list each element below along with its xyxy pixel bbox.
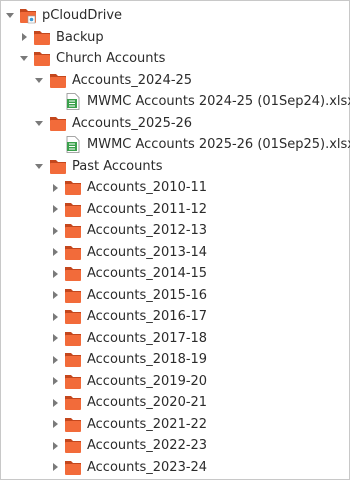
tree-row-past-folder[interactable]: Accounts_2011-12 (1, 199, 349, 221)
tree-row-accounts-2024-25[interactable]: Accounts_2024-25 (1, 70, 349, 92)
folder-icon (65, 439, 81, 453)
tree-row-past-folder[interactable]: Accounts_2017-18 (1, 328, 349, 350)
folder-icon (65, 202, 81, 217)
expand-arrow-icon[interactable] (49, 414, 61, 436)
tree-label: Accounts_2019-20 (87, 373, 208, 389)
cloud-drive-folder-icon (20, 9, 36, 24)
tree-row-pclouddrive[interactable]: pCloudDrive (1, 5, 349, 27)
tree-label: Accounts_2015-16 (87, 287, 208, 303)
folder-icon (50, 73, 66, 88)
folder-icon (65, 417, 81, 432)
collapse-arrow-icon[interactable] (33, 156, 45, 178)
expand-arrow-icon[interactable] (49, 349, 61, 371)
tree-label: Past Accounts (72, 158, 163, 174)
tree-row-past-folder[interactable]: Accounts_2023-24 (1, 457, 349, 479)
folder-icon (65, 181, 81, 195)
folder-icon (34, 30, 50, 45)
tree-row-church-accounts[interactable]: Church Accounts (1, 48, 349, 70)
folder-icon (65, 245, 81, 260)
tree-label: Accounts_2023-24 (87, 459, 208, 475)
folder-icon (34, 52, 50, 66)
folder-icon (65, 267, 81, 281)
expand-arrow-icon[interactable] (18, 27, 30, 49)
expand-arrow-icon[interactable] (49, 328, 61, 350)
tree-row-file-2024-25[interactable]: MWMC Accounts 2024-25 (01Sep24).xlsx (1, 91, 350, 113)
expand-arrow-icon[interactable] (49, 199, 61, 221)
tree-row-past-folder[interactable]: Accounts_2012-13 (1, 220, 349, 242)
expand-arrow-icon[interactable] (49, 220, 61, 242)
tree-label: pCloudDrive (42, 8, 123, 23)
folder-icon (65, 353, 81, 367)
expand-arrow-icon[interactable] (49, 306, 61, 328)
tree-row-accounts-2025-26[interactable]: Accounts_2025-26 (1, 113, 349, 135)
expand-arrow-icon[interactable] (49, 392, 61, 414)
folder-icon (50, 116, 66, 131)
collapse-arrow-icon[interactable] (33, 70, 45, 92)
tree-row-past-folder[interactable]: Accounts_2021-22 (1, 414, 349, 436)
tree-label: Accounts_2020-21 (87, 395, 208, 410)
tree-label: MWMC Accounts 2024-25 (01Sep24).xlsx (87, 94, 350, 109)
folder-icon (65, 288, 81, 303)
file-tree-panel: pCloudDrive Backup Church Accounts Accou… (0, 0, 350, 480)
expand-arrow-icon[interactable] (49, 263, 61, 285)
tree-label: Accounts_2022-23 (87, 438, 208, 453)
tree-label: Church Accounts (56, 51, 166, 66)
tree-row-past-folder[interactable]: Accounts_2016-17 (1, 306, 349, 328)
folder-icon (65, 396, 81, 410)
tree-label: Backup (56, 29, 104, 45)
tree-row-past-folder[interactable]: Accounts_2010-11 (1, 177, 349, 199)
tree-label: Accounts_2018-19 (87, 352, 208, 367)
spreadsheet-file-icon (66, 136, 80, 153)
tree-label: Accounts_2011-12 (87, 201, 208, 217)
tree-label: Accounts_2014-15 (87, 266, 208, 281)
expand-arrow-icon[interactable] (49, 435, 61, 457)
tree-row-past-folder[interactable]: Accounts_2022-23 (1, 435, 349, 457)
expand-arrow-icon[interactable] (49, 242, 61, 264)
tree-label: Accounts_2024-25 (72, 72, 193, 88)
collapse-arrow-icon[interactable] (18, 48, 30, 70)
tree-row-past-folder[interactable]: Accounts_2015-16 (1, 285, 349, 307)
tree-row-past-folder[interactable]: Accounts_2020-21 (1, 392, 349, 414)
spreadsheet-file-icon (66, 93, 80, 110)
collapse-arrow-icon[interactable] (33, 113, 45, 135)
tree-row-past-accounts[interactable]: Past Accounts (1, 156, 349, 178)
tree-label: MWMC Accounts 2025-26 (01Sep25).xlsx (87, 137, 350, 152)
expand-arrow-icon[interactable] (49, 285, 61, 307)
tree-label: Accounts_2017-18 (87, 330, 208, 346)
tree-row-past-folder[interactable]: Accounts_2014-15 (1, 263, 349, 285)
tree-row-backup[interactable]: Backup (1, 27, 349, 49)
folder-icon (65, 374, 81, 389)
tree-label: Accounts_2021-22 (87, 416, 208, 432)
tree-row-past-folder[interactable]: Accounts_2019-20 (1, 371, 349, 393)
tree-label: Accounts_2016-17 (87, 309, 208, 324)
expand-arrow-icon[interactable] (49, 457, 61, 479)
folder-icon (65, 331, 81, 346)
collapse-arrow-icon[interactable] (4, 5, 16, 27)
tree-row-file-2025-26[interactable]: MWMC Accounts 2025-26 (01Sep25).xlsx (1, 134, 350, 156)
folder-icon (65, 460, 81, 475)
tree-row-past-folder[interactable]: Accounts_2018-19 (1, 349, 349, 371)
tree-label: Accounts_2012-13 (87, 223, 208, 238)
folder-tree: pCloudDrive Backup Church Accounts Accou… (1, 5, 350, 479)
tree-label: Accounts_2025-26 (72, 115, 193, 131)
tree-row-past-folder[interactable]: Accounts_2013-14 (1, 242, 349, 264)
expand-arrow-icon[interactable] (49, 371, 61, 393)
folder-icon (50, 159, 66, 174)
tree-label: Accounts_2010-11 (87, 180, 208, 195)
folder-icon (65, 224, 81, 238)
expand-arrow-icon[interactable] (49, 177, 61, 199)
folder-icon (65, 310, 81, 324)
tree-label: Accounts_2013-14 (87, 244, 208, 260)
